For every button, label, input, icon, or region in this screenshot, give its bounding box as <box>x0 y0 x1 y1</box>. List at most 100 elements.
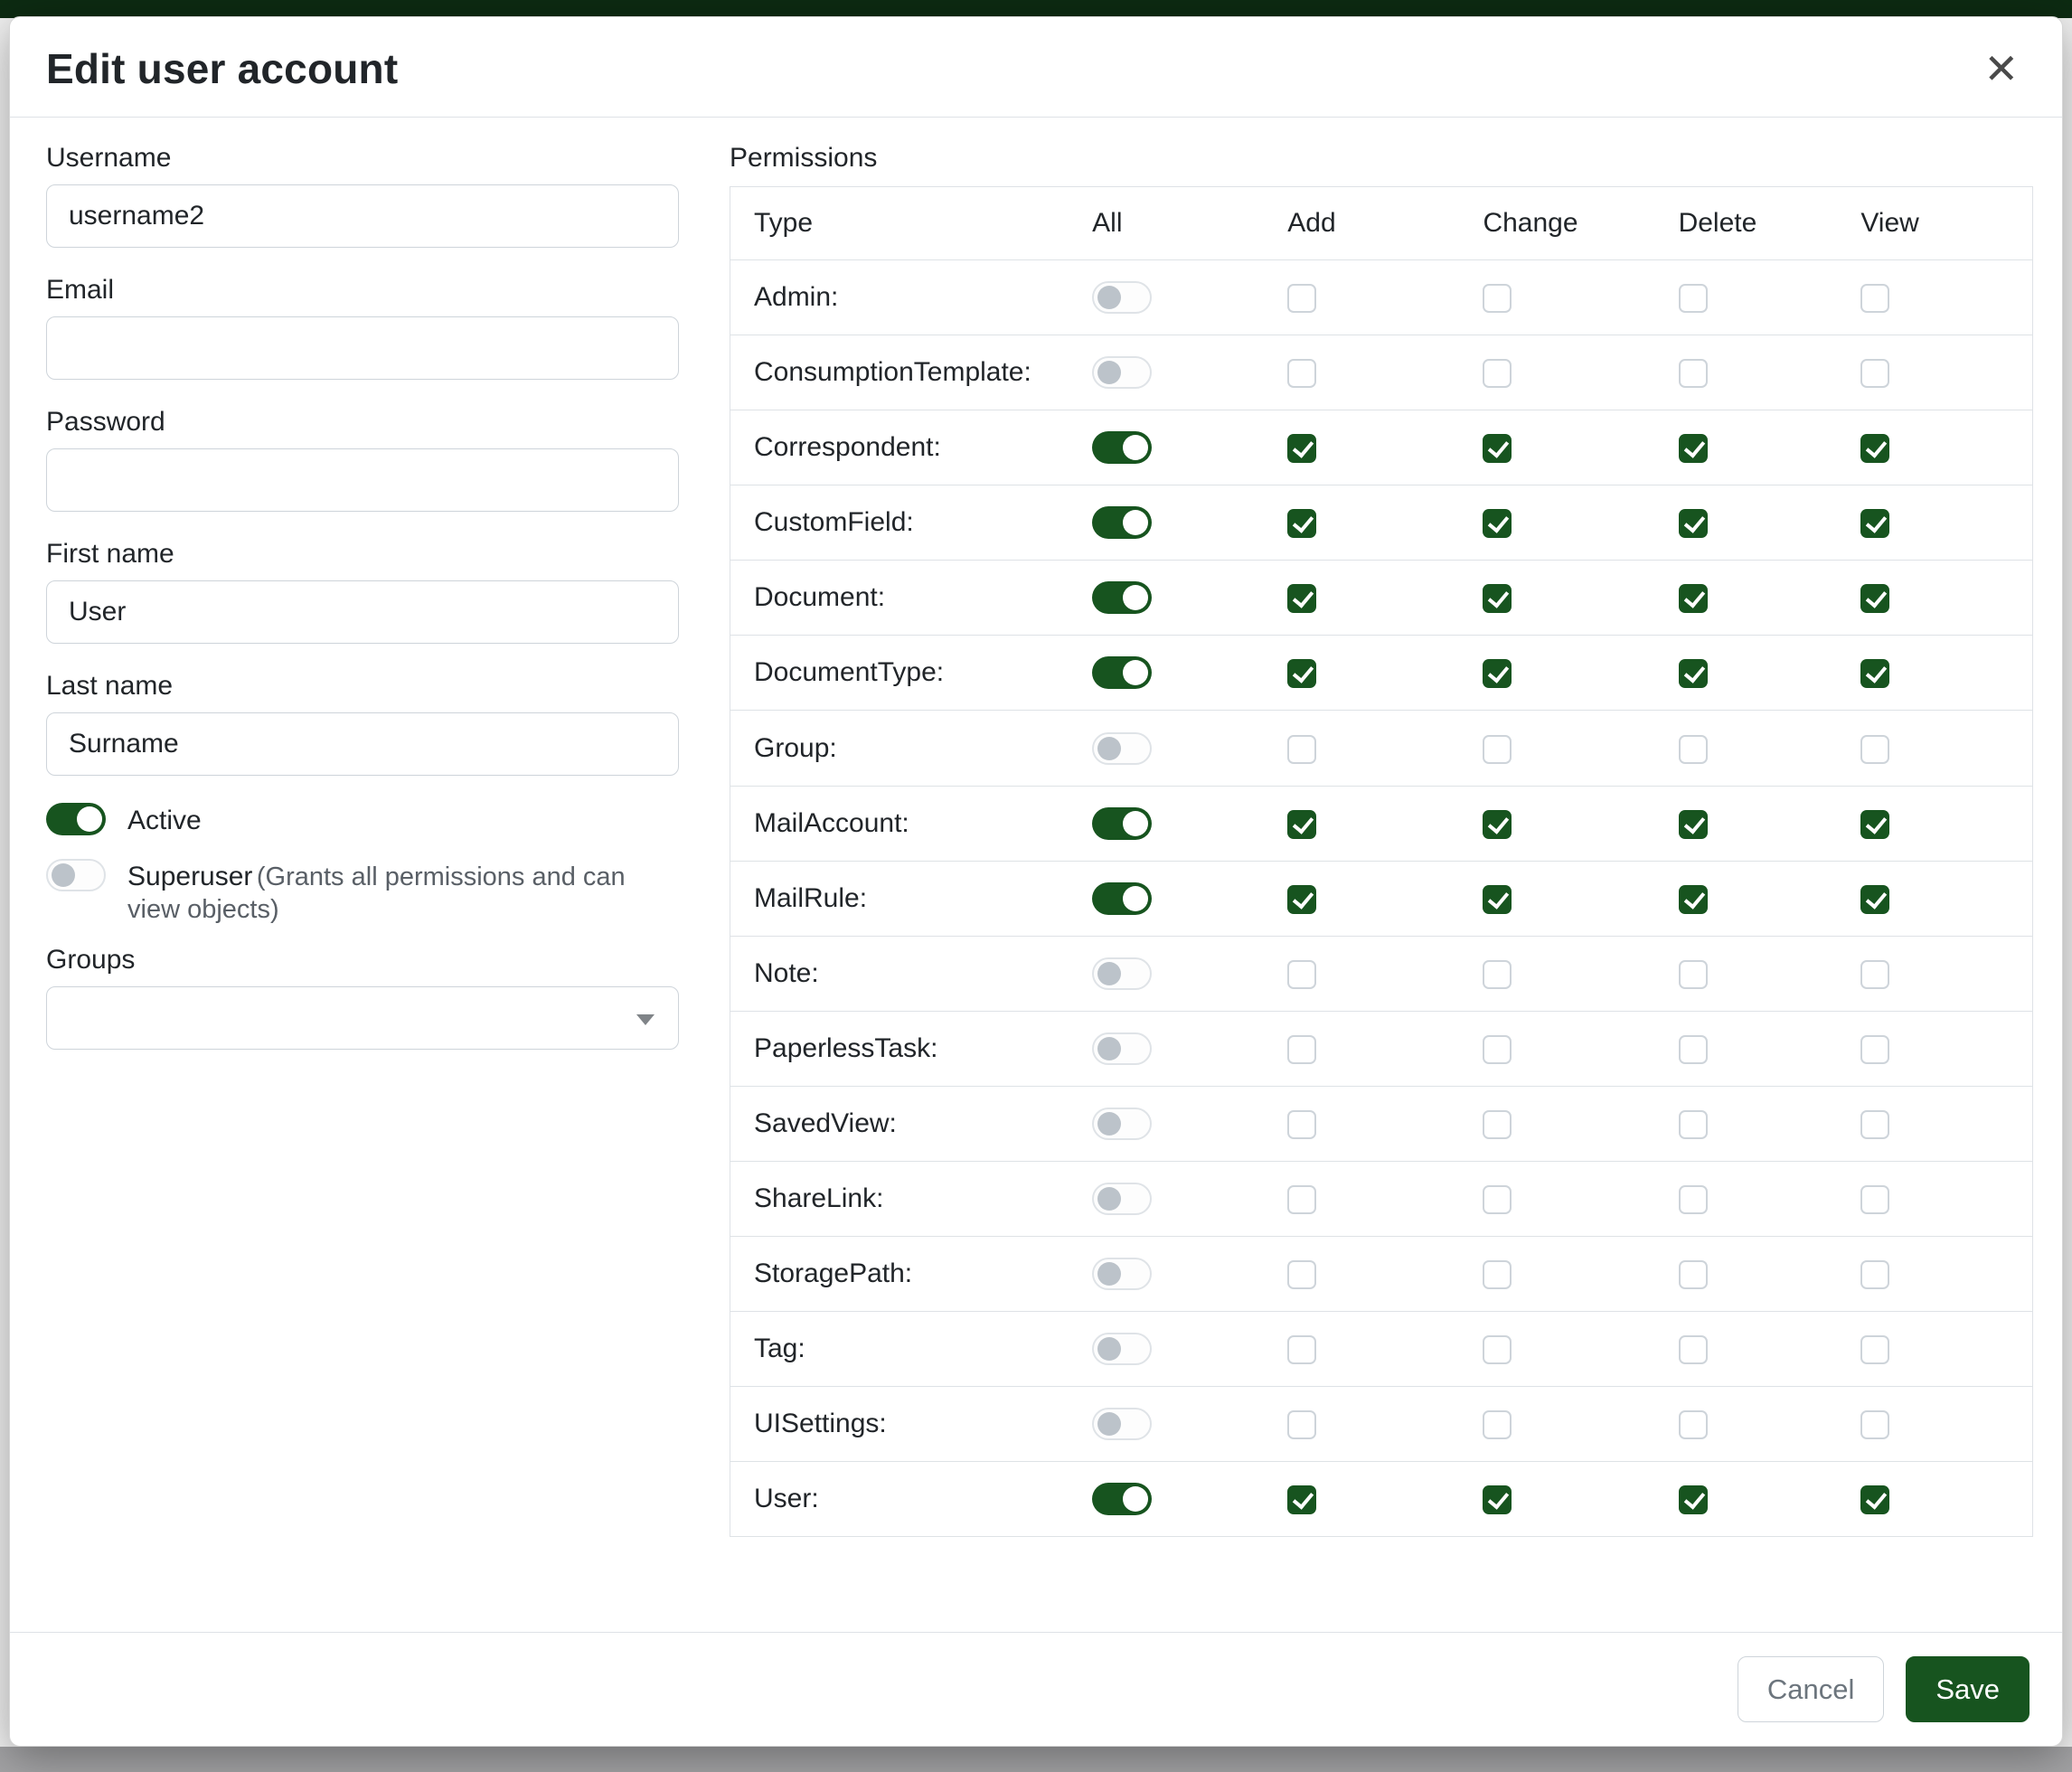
perm-view-checkbox[interactable] <box>1860 1185 1889 1214</box>
email-field[interactable] <box>46 316 679 380</box>
perm-change-checkbox[interactable] <box>1483 1410 1512 1439</box>
perm-view-checkbox[interactable] <box>1860 584 1889 613</box>
perm-view-checkbox[interactable] <box>1860 1260 1889 1289</box>
perm-view-checkbox[interactable] <box>1860 885 1889 914</box>
perm-change-checkbox[interactable] <box>1483 434 1512 463</box>
perm-add-checkbox[interactable] <box>1287 1185 1316 1214</box>
perm-all-toggle[interactable] <box>1092 1333 1152 1365</box>
perm-delete-checkbox[interactable] <box>1679 1260 1708 1289</box>
last-name-field[interactable] <box>46 712 679 776</box>
perm-all-toggle[interactable] <box>1092 1108 1152 1140</box>
perm-add-checkbox[interactable] <box>1287 434 1316 463</box>
perm-add-checkbox[interactable] <box>1287 885 1316 914</box>
perm-all-toggle[interactable] <box>1092 1032 1152 1065</box>
perm-all-toggle[interactable] <box>1092 807 1152 840</box>
save-button[interactable]: Save <box>1906 1656 2030 1722</box>
perm-add-checkbox[interactable] <box>1287 659 1316 688</box>
close-icon[interactable]: ✕ <box>1976 44 2026 93</box>
perm-change-checkbox[interactable] <box>1483 1110 1512 1139</box>
perm-change-checkbox[interactable] <box>1483 1335 1512 1364</box>
perm-change-checkbox[interactable] <box>1483 735 1512 764</box>
user-form-column: Username Email Password First name Last … <box>46 143 679 1632</box>
perm-change-checkbox[interactable] <box>1483 1185 1512 1214</box>
perm-view-checkbox[interactable] <box>1860 359 1889 388</box>
perm-view-checkbox[interactable] <box>1860 284 1889 313</box>
perm-all-toggle[interactable] <box>1092 957 1152 990</box>
first-name-field[interactable] <box>46 580 679 644</box>
perm-add-checkbox[interactable] <box>1287 1110 1316 1139</box>
perm-view-checkbox[interactable] <box>1860 434 1889 463</box>
perm-delete-checkbox[interactable] <box>1679 1485 1708 1514</box>
perm-change-checkbox[interactable] <box>1483 284 1512 313</box>
perm-delete-checkbox[interactable] <box>1679 885 1708 914</box>
perm-change-checkbox[interactable] <box>1483 1485 1512 1514</box>
perm-delete-checkbox[interactable] <box>1679 735 1708 764</box>
perm-change-checkbox[interactable] <box>1483 960 1512 989</box>
perm-all-toggle[interactable] <box>1092 1183 1152 1215</box>
perm-delete-checkbox[interactable] <box>1679 284 1708 313</box>
perm-all-toggle[interactable] <box>1092 356 1152 389</box>
perm-add-checkbox[interactable] <box>1287 584 1316 613</box>
perm-all-toggle[interactable] <box>1092 431 1152 464</box>
perm-delete-checkbox[interactable] <box>1679 960 1708 989</box>
perm-all-toggle[interactable] <box>1092 1258 1152 1290</box>
perm-add-checkbox[interactable] <box>1287 1035 1316 1064</box>
perm-delete-checkbox[interactable] <box>1679 1035 1708 1064</box>
perm-view-checkbox[interactable] <box>1860 1110 1889 1139</box>
perm-all-toggle[interactable] <box>1092 281 1152 314</box>
groups-select[interactable] <box>46 986 679 1050</box>
perm-all-toggle[interactable] <box>1092 1408 1152 1440</box>
perm-add-checkbox[interactable] <box>1287 1260 1316 1289</box>
perm-add-checkbox[interactable] <box>1287 1335 1316 1364</box>
perm-delete-checkbox[interactable] <box>1679 810 1708 839</box>
perm-delete-checkbox[interactable] <box>1679 1335 1708 1364</box>
perm-add-checkbox[interactable] <box>1287 735 1316 764</box>
last-name-field-group: Last name <box>46 671 679 776</box>
perm-add-checkbox[interactable] <box>1287 509 1316 538</box>
perm-change-checkbox[interactable] <box>1483 659 1512 688</box>
perm-view-checkbox[interactable] <box>1860 1335 1889 1364</box>
perm-delete-checkbox[interactable] <box>1679 1185 1708 1214</box>
perm-add-checkbox[interactable] <box>1287 284 1316 313</box>
perm-add-checkbox[interactable] <box>1287 1410 1316 1439</box>
perm-all-toggle[interactable] <box>1092 882 1152 915</box>
perm-view-checkbox[interactable] <box>1860 1035 1889 1064</box>
perm-add-checkbox[interactable] <box>1287 1485 1316 1514</box>
username-input[interactable] <box>46 184 679 248</box>
perm-delete-checkbox[interactable] <box>1679 1110 1708 1139</box>
perm-delete-checkbox[interactable] <box>1679 434 1708 463</box>
permission-row: MailAccount: <box>730 786 2033 861</box>
perm-delete-checkbox[interactable] <box>1679 659 1708 688</box>
perm-view-checkbox[interactable] <box>1860 735 1889 764</box>
perm-view-checkbox[interactable] <box>1860 1410 1889 1439</box>
perm-add-checkbox[interactable] <box>1287 810 1316 839</box>
perm-change-checkbox[interactable] <box>1483 509 1512 538</box>
perm-view-checkbox[interactable] <box>1860 960 1889 989</box>
perm-view-checkbox[interactable] <box>1860 1485 1889 1514</box>
superuser-toggle[interactable] <box>46 859 106 891</box>
cancel-button[interactable]: Cancel <box>1738 1656 1885 1722</box>
perm-change-checkbox[interactable] <box>1483 1260 1512 1289</box>
perm-view-checkbox[interactable] <box>1860 810 1889 839</box>
perm-all-toggle[interactable] <box>1092 581 1152 614</box>
perm-delete-checkbox[interactable] <box>1679 359 1708 388</box>
perm-delete-checkbox[interactable] <box>1679 1410 1708 1439</box>
perm-change-checkbox[interactable] <box>1483 1035 1512 1064</box>
active-toggle[interactable] <box>46 803 106 835</box>
perm-all-toggle[interactable] <box>1092 656 1152 689</box>
perm-all-toggle[interactable] <box>1092 1483 1152 1515</box>
perm-delete-checkbox[interactable] <box>1679 584 1708 613</box>
perm-add-checkbox[interactable] <box>1287 960 1316 989</box>
perm-all-toggle[interactable] <box>1092 732 1152 765</box>
perm-add-checkbox[interactable] <box>1287 359 1316 388</box>
perm-delete-checkbox[interactable] <box>1679 509 1708 538</box>
permission-row: SavedView: <box>730 1086 2033 1161</box>
perm-view-checkbox[interactable] <box>1860 659 1889 688</box>
perm-view-checkbox[interactable] <box>1860 509 1889 538</box>
perm-change-checkbox[interactable] <box>1483 359 1512 388</box>
password-field[interactable] <box>46 448 679 512</box>
perm-all-toggle[interactable] <box>1092 506 1152 539</box>
perm-change-checkbox[interactable] <box>1483 885 1512 914</box>
perm-change-checkbox[interactable] <box>1483 810 1512 839</box>
perm-change-checkbox[interactable] <box>1483 584 1512 613</box>
